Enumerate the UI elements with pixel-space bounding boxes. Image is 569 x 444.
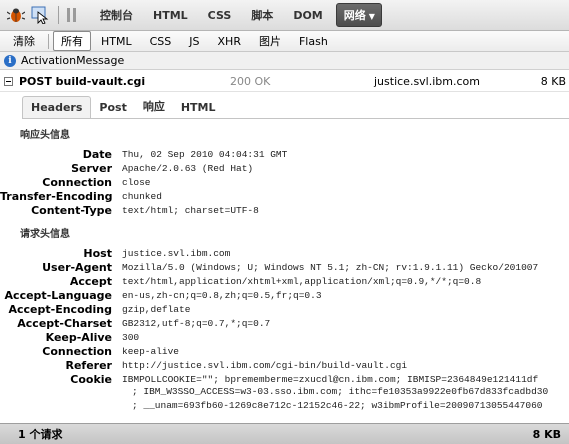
tabs-underline bbox=[22, 118, 569, 119]
response-header-row: Connection close bbox=[0, 175, 151, 189]
header-value: en-us,zh-cn;q=0.8,zh;q=0.5,fr;q=0.3 bbox=[122, 289, 322, 301]
filter-separator bbox=[48, 33, 49, 49]
detail-tabs: Headers Post 响应 HTML bbox=[22, 96, 224, 118]
header-value: close bbox=[122, 176, 151, 188]
request-header-row: Referer http://justice.svl.ibm.com/cgi-b… bbox=[0, 358, 408, 372]
header-name: Transfer-Encoding bbox=[0, 189, 113, 203]
tab-response[interactable]: 响应 bbox=[135, 94, 173, 118]
activation-message-row: i ActivationMessage bbox=[0, 52, 569, 70]
header-name: Accept-Language bbox=[4, 288, 112, 302]
header-name: Keep-Alive bbox=[45, 330, 112, 344]
cookie-continuation: ; __unam=693fb60-1269c8e712c-12152c46-22… bbox=[132, 400, 543, 411]
request-header-row: Accept text/html,application/xhtml+xml,a… bbox=[0, 274, 481, 288]
request-header-row: Connection keep-alive bbox=[0, 344, 179, 358]
tab-dom[interactable]: DOM bbox=[286, 6, 329, 25]
request-domain: justice.svl.ibm.com bbox=[374, 74, 480, 88]
header-name: Cookie bbox=[70, 372, 112, 386]
request-size: 8 KB bbox=[540, 74, 566, 88]
request-status: 200 OK bbox=[230, 74, 271, 88]
collapse-toggle-icon[interactable] bbox=[4, 76, 13, 86]
header-name: Accept-Encoding bbox=[8, 302, 113, 316]
response-header-row: Content-Type text/html; charset=UTF-8 bbox=[0, 203, 259, 217]
request-details-panel: Headers Post 响应 HTML 响应头信息 Date Thu, 02 … bbox=[0, 92, 569, 423]
response-header-row: Date Thu, 02 Sep 2010 04:04:31 GMT bbox=[0, 147, 288, 161]
response-header-row: Transfer-Encoding chunked bbox=[0, 189, 162, 203]
request-header-row: Accept-Charset GB2312,utf-8;q=0.7,*;q=0.… bbox=[0, 316, 270, 330]
header-value: chunked bbox=[122, 190, 162, 202]
request-url[interactable]: POST build-vault.cgi bbox=[19, 75, 230, 88]
header-name: User-Agent bbox=[42, 260, 112, 274]
header-value: text/html,application/xhtml+xml,applicat… bbox=[122, 275, 482, 287]
request-headers-title: 请求头信息 bbox=[20, 229, 70, 240]
header-name: Content-Type bbox=[31, 203, 112, 217]
tab-html-preview[interactable]: HTML bbox=[173, 97, 224, 118]
request-header-row: Accept-Encoding gzip,deflate bbox=[0, 302, 191, 316]
request-header-row: Host justice.svl.ibm.com bbox=[0, 246, 230, 260]
tab-net[interactable]: 网络 ▼ bbox=[335, 3, 382, 27]
header-name: Referer bbox=[65, 358, 113, 372]
request-count: 1 个请求 bbox=[18, 428, 63, 441]
header-name: Accept-Charset bbox=[17, 316, 112, 330]
header-value: Mozilla/5.0 (Windows; U; Windows NT 5.1;… bbox=[122, 261, 539, 273]
header-value: Thu, 02 Sep 2010 04:04:31 GMT bbox=[122, 148, 288, 160]
toolbar-separator bbox=[58, 6, 59, 24]
chevron-down-icon: ▼ bbox=[368, 12, 375, 21]
tab-net-label: 网络 bbox=[343, 9, 366, 22]
header-value: http://justice.svl.ibm.com/cgi-bin/build… bbox=[122, 359, 408, 371]
header-value: justice.svl.ibm.com bbox=[122, 247, 231, 259]
header-value: gzip,deflate bbox=[122, 303, 191, 315]
request-header-row: Keep-Alive 300 bbox=[0, 330, 140, 344]
info-icon: i bbox=[4, 54, 16, 67]
tab-html[interactable]: HTML bbox=[146, 6, 195, 25]
filter-all[interactable]: 所有 bbox=[53, 31, 91, 51]
pause-icon[interactable] bbox=[67, 8, 79, 22]
filter-images[interactable]: 图片 bbox=[251, 31, 289, 51]
net-filter-bar: 清除 所有 HTML CSS JS XHR 图片 Flash bbox=[0, 31, 569, 52]
header-name: Host bbox=[83, 246, 112, 260]
header-name: Connection bbox=[42, 175, 112, 189]
header-value: keep-alive bbox=[122, 345, 180, 357]
total-size: 8 KB bbox=[532, 427, 561, 441]
request-header-row: Cookie IBMPOLLCOOKIE=""; bprememberme=zx… bbox=[0, 372, 538, 386]
firebug-toolbar: 控制台 HTML CSS 脚本 DOM 网络 ▼ bbox=[0, 0, 569, 31]
tab-post[interactable]: Post bbox=[91, 97, 134, 118]
response-header-row: Server Apache/2.0.63 (Red Hat) bbox=[0, 161, 253, 175]
filter-flash[interactable]: Flash bbox=[291, 33, 336, 50]
response-headers-title: 响应头信息 bbox=[20, 130, 70, 141]
activation-message: ActivationMessage bbox=[21, 54, 125, 67]
header-value: text/html; charset=UTF-8 bbox=[122, 204, 259, 216]
header-name: Date bbox=[82, 147, 112, 161]
header-name: Server bbox=[71, 161, 112, 175]
tab-headers[interactable]: Headers bbox=[22, 96, 92, 118]
summary-footer: 1 个请求 8 KB bbox=[0, 423, 569, 444]
firebug-bug-icon[interactable] bbox=[6, 5, 26, 25]
filter-js[interactable]: JS bbox=[181, 33, 207, 50]
header-value: IBMPOLLCOOKIE=""; bprememberme=zxucdl@cn… bbox=[122, 373, 539, 385]
request-header-row: Accept-Language en-us,zh-cn;q=0.8,zh;q=0… bbox=[0, 288, 322, 302]
filter-xhr[interactable]: XHR bbox=[210, 33, 249, 50]
cookie-continuation: ; IBM_W3SSO_ACCESS=w3-03.sso.ibm.com; it… bbox=[132, 386, 549, 397]
header-value: Apache/2.0.63 (Red Hat) bbox=[122, 162, 254, 174]
header-name: Accept bbox=[69, 274, 112, 288]
clear-button[interactable]: 清除 bbox=[5, 31, 43, 51]
inspect-pointer-icon[interactable] bbox=[30, 5, 50, 25]
tab-script[interactable]: 脚本 bbox=[244, 4, 280, 26]
tab-css[interactable]: CSS bbox=[201, 6, 239, 25]
header-value: GB2312,utf-8;q=0.7,*;q=0.7 bbox=[122, 317, 271, 329]
header-name: Connection bbox=[42, 344, 112, 358]
request-header-row: User-Agent Mozilla/5.0 (Windows; U; Wind… bbox=[0, 260, 538, 274]
filter-css[interactable]: CSS bbox=[142, 33, 180, 50]
tab-console[interactable]: 控制台 bbox=[93, 4, 140, 26]
header-value: 300 bbox=[122, 331, 140, 343]
request-row[interactable]: POST build-vault.cgi 200 OK justice.svl.… bbox=[0, 71, 569, 92]
filter-html[interactable]: HTML bbox=[93, 33, 140, 50]
